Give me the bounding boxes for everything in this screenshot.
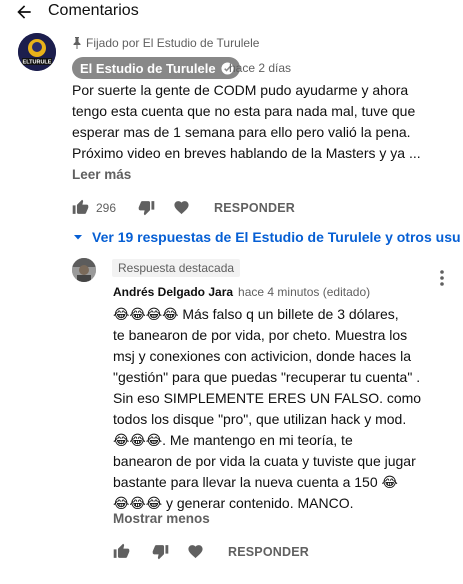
reply-line: te banearon de por vida, por cheto. Mues…	[113, 327, 408, 343]
reply-line: Sin eso SIMPLEMENTE ERES UN FALSO. como	[113, 390, 422, 406]
page-title: Comentarios	[48, 2, 139, 19]
comment-line: tengo esta cuenta que no esta para nada …	[72, 103, 416, 119]
featured-reply-badge: Respuesta destacada	[112, 259, 241, 277]
reply-author-row: Andrés Delgado Jara hace 4 minutos (edit…	[113, 285, 370, 299]
top-bar: Comentarios	[0, 0, 463, 24]
reply-body: 😂😂😂😂 Más falso q un billete de 3 dólares…	[113, 304, 453, 514]
comment-actions: 296 RESPONDER	[72, 199, 295, 216]
comment-line: Por suerte la gente de CODM pudo ayudarm…	[72, 82, 409, 98]
reply-line: todos los disque "pro", que utilizan hac…	[113, 411, 407, 427]
pinned-text: Fijado por El Estudio de Turulele	[86, 36, 260, 50]
reply-line: banearon de por vida la cuata y tuviste …	[113, 453, 416, 469]
reply-line: msj y conexiones con activicion, donde h…	[113, 348, 412, 364]
view-replies-toggle[interactable]: Ver 19 respuestas de El Estudio de Turul…	[72, 229, 461, 245]
thumbs-down-icon[interactable]	[152, 543, 169, 560]
author-name: El Estudio de Turulele	[80, 60, 216, 76]
view-replies-label: Ver 19 respuestas de El Estudio de Turul…	[92, 229, 461, 245]
show-less-link[interactable]: Mostrar menos	[113, 511, 210, 526]
like-count: 296	[96, 200, 117, 215]
heart-icon[interactable]	[187, 543, 204, 560]
caret-down-icon	[74, 235, 82, 240]
reply-line: 😂😂😂😂 Más falso q un billete de 3 dólares…	[113, 306, 399, 322]
heart-icon[interactable]	[173, 199, 190, 216]
comment-body: Por suerte la gente de CODM pudo ayudarm…	[72, 80, 457, 164]
reply-line: "gestión" para que puedas "recuperar tu …	[113, 369, 421, 385]
thumbs-down-icon[interactable]	[138, 199, 155, 216]
avatar[interactable]: ELTURULE	[18, 33, 56, 71]
comment-line: Próximo video en breves hablando de la M…	[72, 145, 421, 161]
reply-button[interactable]: RESPONDER	[228, 545, 309, 559]
reply-line: 😂😂😂. Me mantengo en mi teoría, te	[113, 432, 353, 448]
reply-line: bastante para llevar la nueva cuenta a 1…	[113, 474, 398, 490]
pinned-label: Fijado por El Estudio de Turulele	[72, 36, 259, 50]
reply-button[interactable]: RESPONDER	[214, 201, 295, 215]
avatar-logo-text: ELTURULE	[23, 60, 52, 66]
reply-actions: RESPONDER	[113, 543, 309, 560]
read-more-link[interactable]: Leer más	[72, 167, 131, 182]
reply-author-name[interactable]: Andrés Delgado Jara	[113, 285, 233, 299]
more-options-icon[interactable]	[436, 268, 448, 288]
comment-line: esperar mas de 1 semana para ello pero v…	[72, 124, 411, 140]
arrow-back-icon[interactable]	[14, 2, 34, 22]
author-chip[interactable]: El Estudio de Turulele	[72, 57, 240, 79]
reply-time: hace 4 minutos (editado)	[238, 285, 371, 299]
comment-time: hace 2 días	[229, 61, 292, 75]
reply-avatar[interactable]	[72, 258, 96, 282]
thumbs-up-icon[interactable]	[72, 199, 89, 216]
pin-icon	[73, 37, 81, 49]
thumbs-up-icon[interactable]	[113, 543, 130, 560]
